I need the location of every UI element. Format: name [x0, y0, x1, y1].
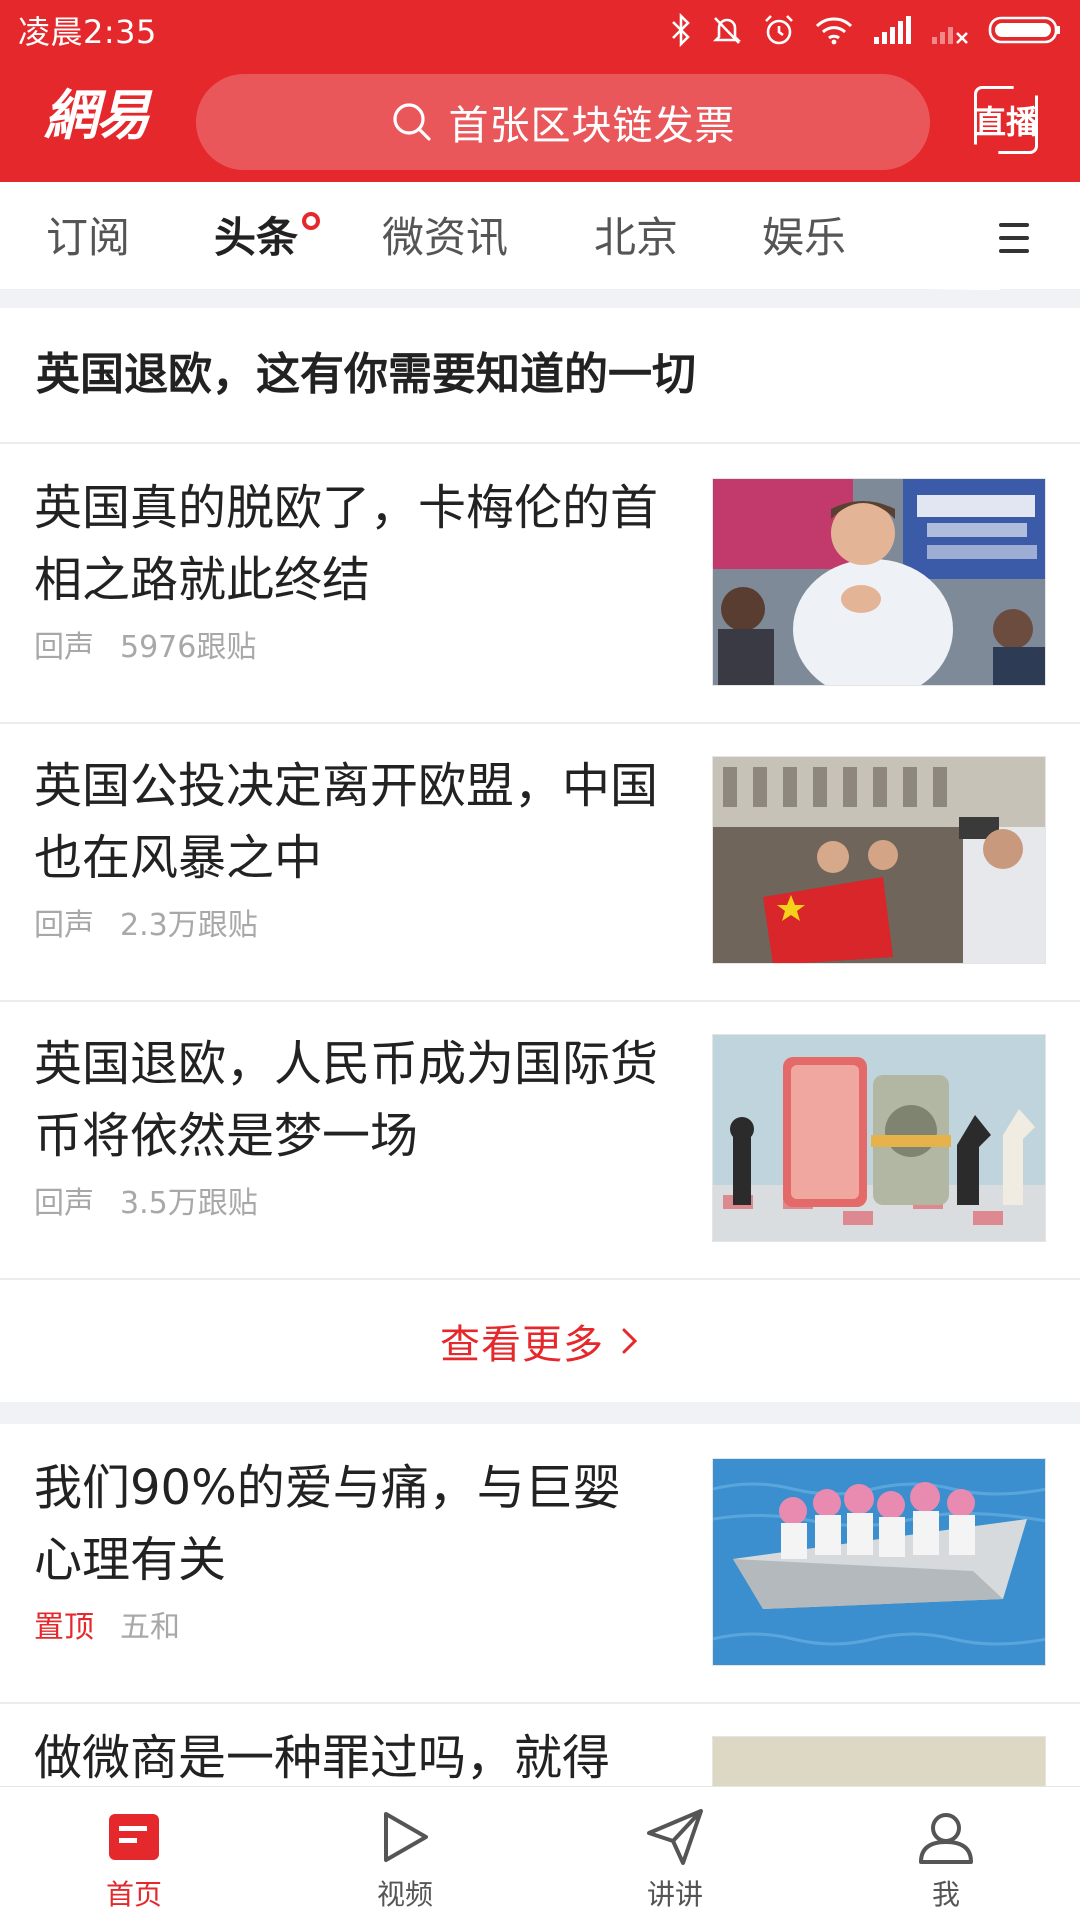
- news-app-screen: 凌晨2:35 網易 首张区块链发票 直播 订阅 头条 微资讯 北京 娱乐 英国退…: [0, 0, 1080, 1920]
- news-source: 回声: [34, 630, 94, 665]
- user-icon: [916, 1807, 976, 1867]
- news-thumbnail: [712, 1458, 1046, 1666]
- wifi-icon: [815, 17, 853, 45]
- news-thumbnail: [712, 478, 1046, 686]
- news-thumbnail: [712, 1736, 1046, 1786]
- pinned-badge: 置顶: [34, 1610, 94, 1645]
- mute-bell-icon: [712, 17, 742, 44]
- news-meta: 回声 3.5万跟贴: [34, 1184, 258, 1224]
- news-source: 回声: [34, 908, 94, 943]
- nav-video[interactable]: 视频: [335, 1787, 475, 1920]
- news-meta: 回声 2.3万跟贴: [34, 906, 258, 946]
- app-header: 網易 首张区块链发票 直播: [0, 60, 1080, 182]
- news-item[interactable]: 做微商是一种罪过吗，就得: [0, 1702, 1080, 1786]
- status-icons: [670, 13, 1062, 47]
- status-time: 凌晨2:35: [18, 13, 157, 51]
- home-icon: [104, 1807, 164, 1867]
- battery-icon: [988, 16, 1060, 44]
- search-icon: [392, 103, 431, 141]
- play-icon: [375, 1807, 435, 1867]
- search-input[interactable]: 首张区块链发票: [196, 74, 930, 170]
- channel-tabs: 订阅 头条 微资讯 北京 娱乐: [0, 182, 1080, 290]
- news-title: 做微商是一种罪过吗，就得: [34, 1730, 611, 1786]
- signal-no-sim-icon: [932, 27, 968, 44]
- nav-home[interactable]: 首页: [64, 1787, 204, 1920]
- news-title: 我们90%的爱与痛，与巨婴心理有关: [34, 1460, 621, 1588]
- nav-home-label: 首页: [105, 1878, 162, 1911]
- menu-icon-bar: [999, 236, 1029, 240]
- tab-headlines-label: 头条: [214, 213, 299, 262]
- section-gap: [0, 290, 1080, 308]
- nav-me[interactable]: 我: [876, 1787, 1016, 1920]
- news-title: 英国退欧，人民币成为国际货币将依然是梦一场: [34, 1036, 659, 1164]
- signal-icon: [874, 16, 911, 44]
- section-gap: [0, 1402, 1080, 1424]
- bluetooth-icon: [672, 13, 690, 47]
- alarm-icon: [765, 15, 793, 45]
- unread-dot-icon: [302, 212, 321, 230]
- news-source: 五和: [120, 1610, 180, 1645]
- nav-talk-label: 讲讲: [646, 1878, 703, 1911]
- tab-beijing[interactable]: 北京: [594, 208, 678, 268]
- news-comments: 3.5万跟贴: [120, 1186, 258, 1221]
- news-item[interactable]: 英国退欧，人民币成为国际货币将依然是梦一场 回声 3.5万跟贴: [0, 1000, 1080, 1278]
- boat-art-image: [713, 1459, 1045, 1665]
- nav-video-label: 视频: [376, 1878, 433, 1911]
- live-button[interactable]: 直播: [974, 86, 1038, 154]
- news-thumbnail: [712, 1034, 1046, 1242]
- menu-icon-bar: [999, 249, 1029, 253]
- news-item[interactable]: 英国公投决定离开欧盟，中国也在风暴之中 回声 2.3万跟贴: [0, 722, 1080, 1000]
- paper-plane-icon: [645, 1807, 705, 1867]
- news-comments: 5976跟贴: [120, 630, 257, 665]
- nav-me-label: 我: [931, 1878, 960, 1911]
- currency-chess-photo-image: [713, 1035, 1045, 1241]
- search-placeholder: 首张区块链发票: [448, 103, 736, 149]
- news-thumbnail: [712, 756, 1046, 964]
- cameron-photo-image: [713, 479, 1045, 685]
- netease-logo[interactable]: 網易: [44, 80, 164, 150]
- news-comments: 2.3万跟贴: [120, 908, 258, 943]
- news-item[interactable]: 英国真的脱欧了，卡梅伦的首相之路就此终结 回声 5976跟贴: [0, 444, 1080, 722]
- tourists-flag-photo-image: [713, 757, 1045, 963]
- view-more-button[interactable]: 查看更多: [0, 1280, 1080, 1402]
- news-meta: 置顶 五和: [34, 1608, 180, 1648]
- news-title: 英国真的脱欧了，卡梅伦的首相之路就此终结: [34, 480, 659, 608]
- news-meta: 回声 5976跟贴: [34, 628, 256, 668]
- status-bar: 凌晨2:35: [0, 0, 1080, 60]
- menu-icon: [999, 223, 1029, 227]
- news-title: 英国公投决定离开欧盟，中国也在风暴之中: [34, 758, 659, 886]
- topic-title[interactable]: 英国退欧，这有你需要知道的一切: [36, 340, 696, 410]
- tab-headlines[interactable]: 头条: [214, 208, 321, 268]
- view-more-label: 查看更多: [440, 1322, 604, 1368]
- channel-menu-button[interactable]: [986, 210, 1042, 266]
- tab-subscribe[interactable]: 订阅: [46, 208, 130, 268]
- tab-micro-news[interactable]: 微资讯: [382, 208, 508, 268]
- tab-entertainment[interactable]: 娱乐: [762, 208, 846, 268]
- news-item[interactable]: 我们90%的爱与痛，与巨婴心理有关 置顶 五和: [0, 1424, 1080, 1702]
- news-source: 回声: [34, 1186, 94, 1221]
- chevron-right-icon: [622, 1328, 638, 1354]
- bottom-navigation: 首页 视频 讲讲 我: [0, 1786, 1080, 1920]
- nav-talk[interactable]: 讲讲: [605, 1787, 745, 1920]
- live-label: 直播: [974, 103, 1039, 141]
